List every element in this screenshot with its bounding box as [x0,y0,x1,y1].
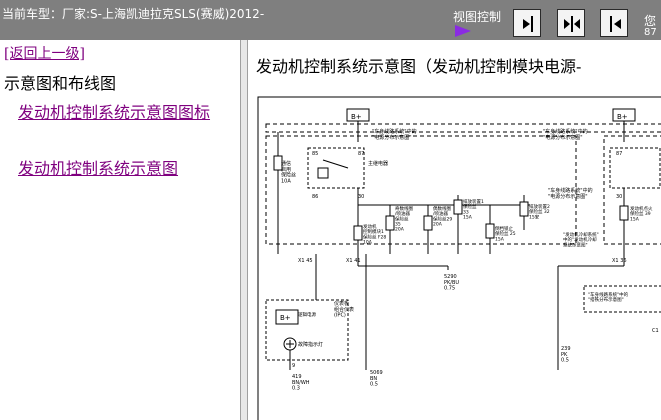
pin-x1-45: X1 45 [298,258,313,264]
bplus-label-right: B+ [617,113,628,121]
pin-87-right: 87 [616,151,622,157]
fuse-odd-label: 奇数线圈/喷油器保险丝 35 20A [395,205,413,233]
relay-label: 主继电器 [368,160,388,167]
wire-419-label: 419 BN/WH 0.3 [292,374,310,392]
fuse-emission1-label: 排放装置1 保险丝 33 15A [463,198,484,221]
right-counter-text: 87 [644,27,657,38]
ipc-label: 仪表板组合仪表(IPC) [334,300,354,319]
view-control-label: 视图控制 [453,10,502,24]
power-bus-box [265,123,661,133]
pin-85: 85 [312,151,318,157]
fuse-block-box-right [603,135,661,245]
fuse-ecm-label: 发动机控制模块1 保险丝 F28 10A [363,223,386,246]
ref-power-2: "车身线路系统"中的"电源分布示意图" [543,128,588,141]
diagram-frame [257,96,661,420]
arrow-right-icon [455,25,471,37]
mil-label: 故障指示灯 [298,341,323,348]
expand-right-icon [523,16,533,32]
vehicle-title: 当前车型：厂家:S-上海凯迪拉克SLS(赛威)2012- [2,7,265,21]
content-panel: B+ B+ 通信启用保险丝 10A 85 87 86 30 主继电器 "车身线路系… [248,40,661,420]
pin-87: 87 [358,151,364,157]
diagram-title: 发动机控制系统示意图（发动机控制模块电源- [256,57,582,76]
bplus-label-ipc: B+ [280,314,291,322]
fuse-emission2-label: 排放装置2 保险丝 32 15安 [529,203,550,220]
fuse-comm-label: 通信启用保险丝 10A [281,160,296,184]
split-view-button[interactable] [557,9,585,37]
pin-c1: C1 [652,328,659,334]
toolbar: 当前车型：厂家:S-上海凯迪拉克SLS(赛威)2012- 视图控制 您 87 [0,0,661,40]
expand-left-icon [610,16,621,32]
sidebar-link-schematic[interactable]: 发动机控制系统示意图 [4,158,234,179]
expand-left-button[interactable] [600,9,628,37]
cooling-ref-label: "发动机冷却系统"中的"发动机冷却系统示意图" [563,231,599,248]
bplus-label-left: B+ [351,113,362,121]
wire-5069-label: 5069 BN 0.5 [370,370,383,388]
ref-power-3: "车身线路系统"中的"电源分布示意图" [548,187,593,200]
panel-splitter[interactable] [240,40,248,420]
ref-ground-label: "车身线路系统"中的"搭铁分布示意图" [588,291,629,303]
ref-power-1: "车身线路系统"中的"电源分布示意图" [372,128,417,141]
fuse-ign-label: 发动机点火保险丝 39 15A [630,205,653,222]
split-view-icon [564,16,580,32]
pin-86: 86 [312,194,318,200]
fuse-trans-label: 倒档锁止保险丝 25 15A [495,225,516,242]
expand-right-button[interactable] [513,9,541,37]
wire-5290-label: 5290 PK/BU 0.75 [444,274,459,292]
fuse-even-coil [423,205,433,254]
fuse-trans [485,205,495,254]
fuse-emission-1 [453,195,463,254]
wire-239-label: 239 PK 0.5 [561,346,571,364]
back-link[interactable]: [返回上一级] [4,43,85,63]
section-title: 示意图和布线图 [4,74,117,93]
pin-30-right: 30 [616,194,622,200]
ipc-power-label: 逻辑电源 [298,311,316,318]
pin-30: 30 [358,194,364,200]
fuse-odd-coil [385,205,395,254]
fuse-even-label: 偶数线圈/喷油器保险丝29 20A [433,205,452,228]
sidebar-link-schematic-icons[interactable]: 发动机控制系统示意图图标 [4,102,234,123]
fuse-ecm [353,205,363,254]
wiring-diagram: B+ B+ 通信启用保险丝 10A 85 87 86 30 主继电器 "车身线路系… [257,96,661,420]
sidebar: [返回上一级] 示意图和布线图 发动机控制系统示意图图标 发动机控制系统示意图 [0,40,240,420]
pin-9: 9 [292,363,295,369]
fuse-emission-2 [519,195,529,230]
